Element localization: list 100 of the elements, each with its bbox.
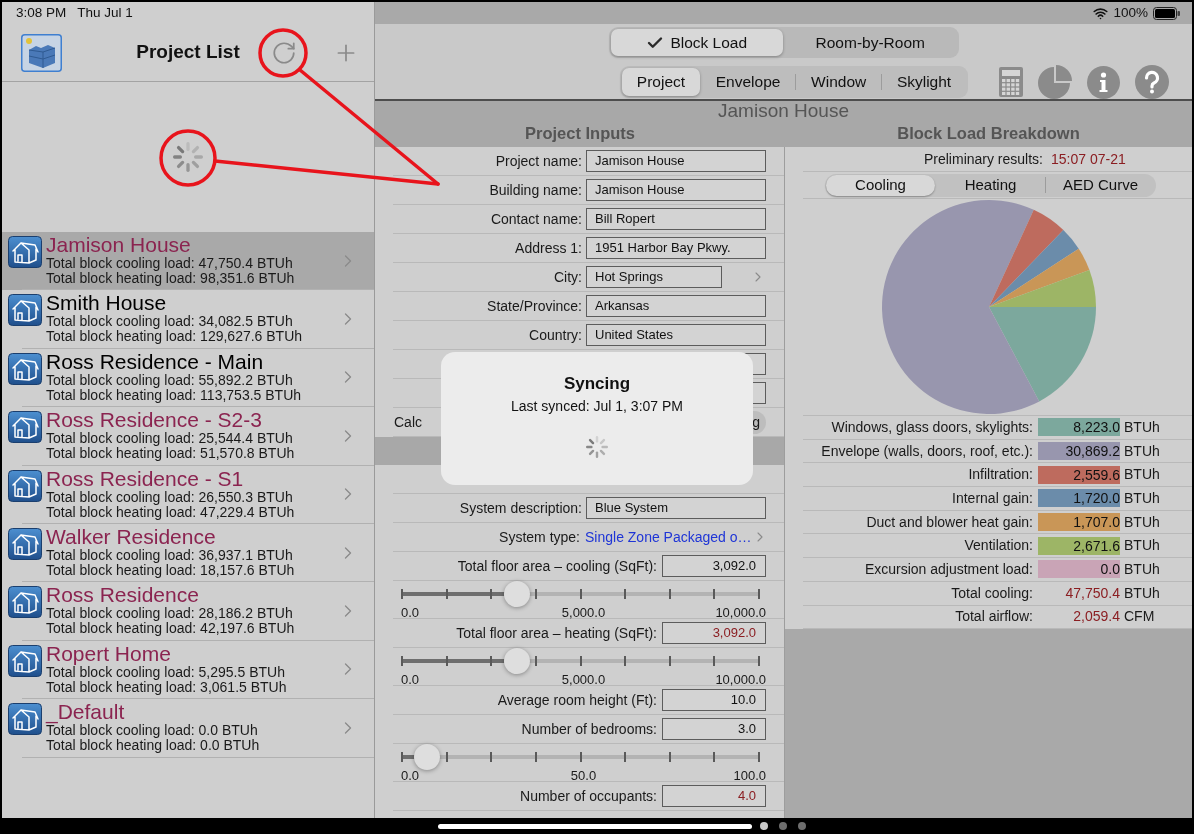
house-icon — [8, 586, 42, 619]
slider-track[interactable] — [401, 648, 760, 674]
load-value: 0.0 — [1038, 560, 1120, 579]
tab[interactable]: Skylight — [882, 68, 966, 96]
text-field[interactable]: Hot Springs — [586, 266, 722, 288]
total-value: 2,059.4 — [1072, 607, 1120, 627]
number-field[interactable]: 3,092.0 — [662, 555, 766, 577]
cooling-load-text: Total block cooling load: 25,544.4 BTUh — [46, 431, 293, 447]
tab[interactable]: Project — [622, 68, 700, 96]
field-label: Average room height (Ft): — [497, 690, 657, 710]
slider-thumb[interactable] — [504, 581, 531, 607]
tab[interactable]: Window — [796, 68, 882, 96]
sidebar-title: Project List — [136, 40, 240, 65]
field-label: Contact name: — [490, 209, 582, 229]
text-field[interactable]: Bill Ropert — [586, 208, 766, 230]
project-row[interactable]: Ropert Home Total block cooling load: 5,295.5 BTUh Total block heating load: 3,061.5 BTUh — [2, 640, 374, 700]
text-field[interactable]: Jamison House — [586, 179, 766, 201]
scale-label: 50.0 — [570, 770, 597, 781]
load-value: 2,671.6 — [1038, 536, 1120, 555]
project-row[interactable]: Ross Residence - Main Total block cooling load: 55,892.2 BTUh Total block heating load: 113,753.5 BTUh — [2, 348, 374, 408]
pie-chart-icon[interactable] — [1038, 65, 1072, 99]
load-label: Ventilation: — [964, 536, 1034, 556]
tab[interactable]: AED Curve — [1046, 174, 1155, 196]
status-time: 3:08 PM — [16, 3, 67, 22]
field-label: System type: — [499, 527, 580, 547]
load-label: Infiltration: — [968, 465, 1034, 485]
project-name: Walker Residence — [46, 525, 216, 548]
scale-label: 5,000.0 — [561, 674, 606, 685]
number-field[interactable]: 10.0 — [662, 689, 766, 711]
field-label: Number of occupants: — [520, 786, 657, 806]
project-row[interactable]: Jamison House Total block cooling load: 47,750.4 BTUh Total block heating load: 98,351.6 BTUh — [2, 232, 374, 291]
total-value: 47,750.4 — [1064, 583, 1120, 603]
info-icon[interactable] — [1087, 65, 1120, 99]
calculator-icon[interactable] — [999, 67, 1023, 97]
text-field[interactable]: United States — [586, 324, 766, 346]
tab[interactable]: Envelope — [700, 68, 796, 96]
slider-thumb[interactable] — [504, 648, 531, 674]
tab[interactable]: Heating — [936, 174, 1045, 196]
load-label: Duct and blower heat gain: — [866, 512, 1034, 532]
house-icon — [8, 236, 42, 268]
text-field[interactable]: Blue System — [586, 497, 766, 519]
house-icon — [8, 644, 42, 677]
project-row[interactable]: Walker Residence Total block cooling load: 36,937.1 BTUh Total block heating load: 18,157.6 BTUh — [2, 523, 374, 583]
app-icon[interactable] — [21, 33, 62, 72]
heating-load-text: Total block heating load: 98,351.6 BTUh — [46, 271, 295, 286]
scale-label: 0.0 — [401, 674, 420, 685]
loading-spinner — [586, 436, 608, 458]
cooling-load-text: Total block cooling load: 26,550.3 BTUh — [46, 489, 293, 505]
unit-label: BTUh — [1123, 583, 1161, 603]
load-label: Windows, glass doors, skylights: — [831, 417, 1034, 437]
project-row[interactable]: Ross Residence Total block cooling load: 28,186.2 BTUh Total block heating load: 42,197.6 BTUh — [2, 582, 374, 641]
load-label: Internal gain: — [952, 488, 1034, 508]
text-field[interactable]: Arkansas — [586, 295, 766, 317]
heating-load-text: Total block heating load: 47,229.4 BTUh — [46, 504, 295, 520]
number-field[interactable]: 3,092.0 — [662, 622, 766, 644]
help-icon[interactable] — [1135, 65, 1169, 99]
field-label: Calc — [394, 412, 422, 432]
cooling-load-text: Total block cooling load: 5,295.5 BTUh — [46, 664, 285, 680]
tab[interactable]: Block Load — [610, 29, 783, 56]
segment-tab[interactable]: g — [752, 413, 760, 431]
load-value: 1,707.0 — [1038, 513, 1120, 532]
tab[interactable]: Room-by-Room — [784, 29, 957, 56]
project-name: Ross Residence - S1 — [46, 467, 244, 490]
slider-track[interactable] — [401, 744, 760, 770]
project-row[interactable]: Ross Residence - S2-3 Total block cooling load: 25,544.4 BTUh Total block heating load: 51,570.8 BTUh — [2, 407, 374, 466]
cooling-load-text: Total block cooling load: 36,937.1 BTUh — [46, 547, 293, 563]
project-name: Ropert Home — [46, 642, 171, 665]
cooling-load-text: Total block cooling load: 47,750.4 BTUh — [46, 256, 293, 271]
project-name: _Default — [46, 701, 125, 724]
text-field[interactable]: 1951 Harbor Bay Pkwy. — [586, 237, 766, 259]
annotation-circle — [159, 129, 217, 187]
number-field[interactable]: 3.0 — [662, 718, 766, 740]
field-label: Project name: — [495, 151, 582, 171]
unit-label: BTUh — [1123, 441, 1161, 461]
cooling-load-text: Total block cooling load: 34,082.5 BTUh — [46, 314, 293, 330]
section-title: Block Load Breakdown — [897, 123, 1080, 145]
slider-track[interactable] — [401, 581, 760, 607]
project-row[interactable]: Smith House Total block cooling load: 34,082.5 BTUh Total block heating load: 129,627.6 BTUh — [2, 290, 374, 349]
load-value: 30,869.2 — [1038, 442, 1120, 461]
project-row[interactable]: _Default Total block cooling load: 0.0 BTUh Total block heating load: 0.0 BTUh — [2, 699, 374, 758]
load-label: Total cooling: — [951, 583, 1034, 603]
status-date: Thu Jul 1 — [77, 3, 133, 22]
refresh-icon[interactable] — [270, 39, 297, 66]
number-field[interactable]: 4.0 — [662, 785, 766, 807]
load-label: Total airflow: — [955, 607, 1034, 627]
project-name: Jamison House — [46, 234, 191, 256]
unit-label: BTUh — [1123, 488, 1161, 508]
heating-load-text: Total block heating load: 113,753.5 BTUh — [46, 387, 302, 403]
field-label: Number of bedrooms: — [521, 719, 657, 739]
tab[interactable]: Cooling — [826, 174, 935, 196]
load-value: 8,223.0 — [1038, 418, 1120, 437]
cooling-load-text: Total block cooling load: 55,892.2 BTUh — [46, 372, 293, 388]
house-icon — [8, 352, 42, 385]
project-row[interactable]: Ross Residence - S1 Total block cooling load: 26,550.3 BTUh Total block heating load: 47,229.4 BTUh — [2, 465, 374, 524]
load-value: 2,559.6 — [1038, 465, 1120, 484]
house-icon — [8, 294, 42, 327]
preliminary-time: 15:07 07-21 — [1050, 149, 1127, 169]
text-field[interactable]: Jamison House — [586, 150, 766, 172]
slider-thumb[interactable] — [414, 744, 441, 770]
system-type-link[interactable]: Single Zone Packaged o… — [584, 526, 752, 548]
